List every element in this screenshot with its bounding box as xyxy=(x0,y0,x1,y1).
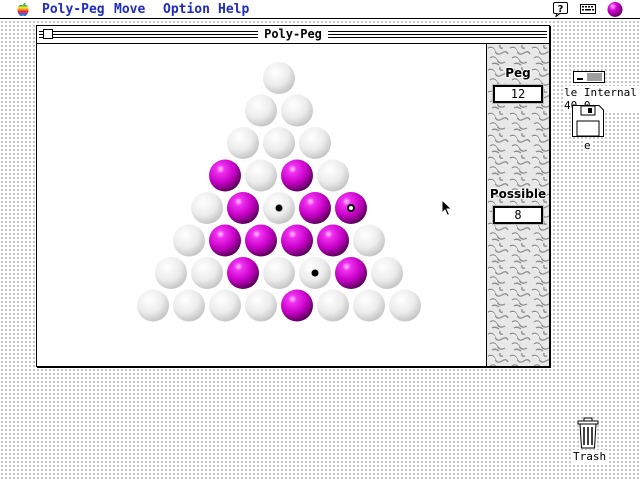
empty-hole[interactable] xyxy=(353,289,385,322)
empty-hole[interactable] xyxy=(389,289,421,322)
peg[interactable] xyxy=(227,192,259,224)
empty-hole[interactable] xyxy=(245,94,277,127)
window-title-bar[interactable]: Poly-Peg xyxy=(37,26,549,44)
empty-hole[interactable] xyxy=(299,127,331,159)
peg[interactable] xyxy=(209,159,241,192)
empty-hole[interactable] xyxy=(155,257,187,289)
peg-count-label: Peg xyxy=(505,66,531,80)
peg-count-value: 12 xyxy=(492,84,544,104)
empty-hole[interactable] xyxy=(173,289,205,322)
empty-hole[interactable] xyxy=(353,224,385,257)
empty-hole[interactable] xyxy=(227,127,259,159)
empty-hole[interactable] xyxy=(245,159,277,192)
possible-moves-value: 8 xyxy=(492,205,544,225)
empty-hole[interactable] xyxy=(371,257,403,289)
svg-text:?: ? xyxy=(558,4,564,15)
peg[interactable] xyxy=(317,224,349,257)
menu-option[interactable]: Option xyxy=(161,1,212,18)
poly-peg-window: Poly-Peg Peg 12 Possible 8 xyxy=(36,25,550,367)
selected-peg-marker xyxy=(347,204,355,212)
peg[interactable] xyxy=(209,224,241,257)
peg[interactable] xyxy=(245,224,277,257)
floppy-disk-label[interactable]: e xyxy=(583,139,592,152)
window-title: Poly-Peg xyxy=(258,27,328,42)
move-target-marker xyxy=(311,269,319,277)
peg[interactable] xyxy=(299,192,331,224)
empty-hole[interactable] xyxy=(209,289,241,322)
score-panel: Peg 12 Possible 8 xyxy=(486,44,549,366)
empty-hole[interactable] xyxy=(173,224,205,257)
empty-hole[interactable] xyxy=(263,62,295,94)
game-board[interactable] xyxy=(37,44,486,366)
move-target-marker xyxy=(275,204,283,212)
possible-moves-label: Possible xyxy=(489,187,547,201)
peg[interactable] xyxy=(335,257,367,289)
peg-board-svg[interactable] xyxy=(37,44,486,366)
floppy-disk-icon[interactable] xyxy=(572,105,604,137)
empty-hole[interactable] xyxy=(245,289,277,322)
keyboard-icon[interactable] xyxy=(580,3,596,15)
menu-poly-peg[interactable]: Poly-Peg xyxy=(40,1,107,18)
menu-bar: Poly-Peg Move Option Help ? xyxy=(0,0,640,19)
empty-hole[interactable] xyxy=(317,159,349,192)
trash-label[interactable]: Trash xyxy=(572,450,608,463)
menu-move[interactable]: Move xyxy=(112,1,147,18)
empty-hole[interactable] xyxy=(317,289,349,322)
help-balloon-icon[interactable]: ? xyxy=(552,1,569,17)
peg[interactable] xyxy=(281,159,313,192)
peg[interactable] xyxy=(227,257,259,289)
empty-hole[interactable] xyxy=(281,94,313,127)
empty-hole[interactable] xyxy=(263,127,295,159)
trash-icon[interactable] xyxy=(577,417,599,449)
empty-hole[interactable] xyxy=(191,257,223,289)
close-box[interactable] xyxy=(43,29,53,39)
empty-hole[interactable] xyxy=(191,192,223,224)
empty-hole[interactable] xyxy=(137,289,169,322)
empty-hole[interactable] xyxy=(263,257,295,289)
application-menu-icon[interactable] xyxy=(606,1,624,18)
peg[interactable] xyxy=(281,224,313,257)
hard-disk-icon[interactable] xyxy=(573,70,605,84)
peg[interactable] xyxy=(281,289,313,322)
apple-menu-icon[interactable] xyxy=(15,2,31,17)
menu-help[interactable]: Help xyxy=(216,1,251,18)
mouse-pointer-icon xyxy=(441,199,453,217)
